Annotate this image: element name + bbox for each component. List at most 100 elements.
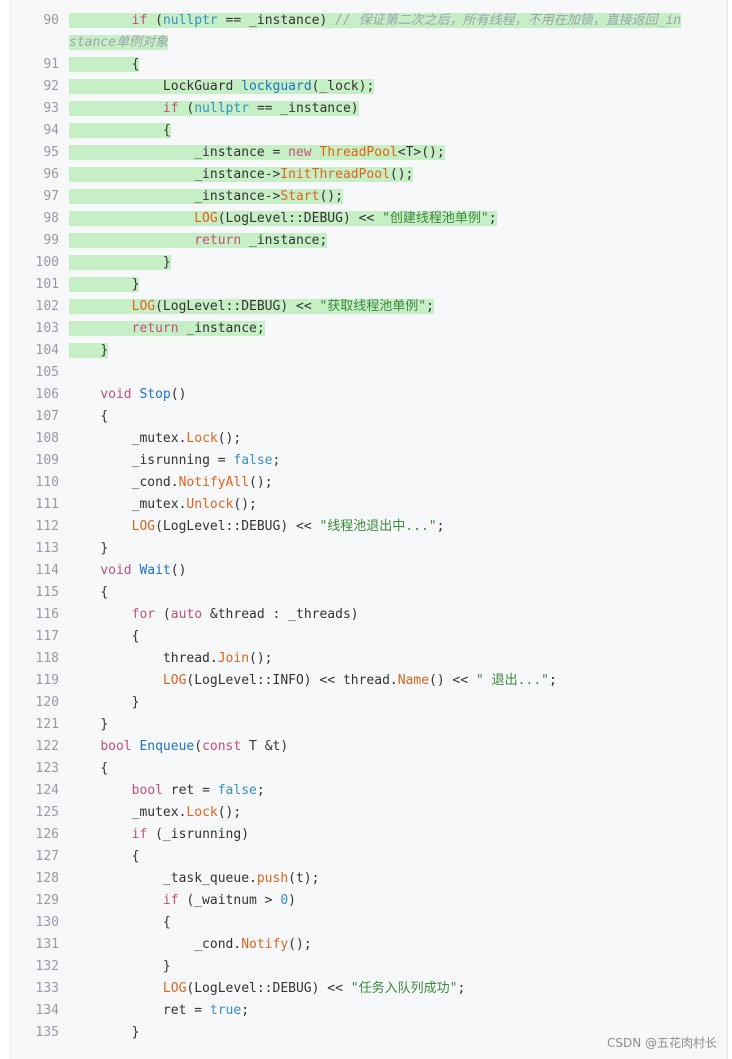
code-line: 125 _mutex.Lock(); xyxy=(11,802,727,824)
code-text: thread.Join(); xyxy=(69,648,687,670)
line-number: 124 xyxy=(35,783,59,798)
code-token: true xyxy=(209,1003,242,1018)
code-token: } xyxy=(69,1025,140,1040)
code-text: LockGuard lockguard(_lock); xyxy=(69,76,687,98)
code-line: 110 _cond.NotifyAll(); xyxy=(11,472,727,494)
code-block[interactable]: 90 if (nullptr == _instance) // 保证第二次之后，… xyxy=(11,10,727,1044)
line-number: 118 xyxy=(35,651,59,666)
code-content: LOG(LogLevel::DEBUG) << "线程池退出中..."; xyxy=(69,519,445,534)
code-line: 108 _mutex.Lock(); xyxy=(11,428,727,450)
code-token: NotifyAll xyxy=(178,475,250,490)
code-token: InitThreadPool xyxy=(280,167,390,182)
code-content: _mutex.Lock(); xyxy=(69,431,242,446)
code-token: <T>(); xyxy=(397,145,445,160)
line-number: 104 xyxy=(35,343,59,358)
code-line: 106 void Stop() xyxy=(11,384,727,406)
code-line: 111 _mutex.Unlock(); xyxy=(11,494,727,516)
highlighted-code: LockGuard lockguard(_lock); xyxy=(69,79,375,94)
code-content: void Stop() xyxy=(69,387,186,402)
code-line: 117 { xyxy=(11,626,727,648)
line-number: 105 xyxy=(35,365,59,380)
code-token: ; xyxy=(548,673,557,688)
code-token: } xyxy=(69,277,140,292)
code-token: &thread : _threads) xyxy=(202,607,359,622)
line-number: 119 xyxy=(35,673,59,688)
code-token: _instance = xyxy=(69,145,289,160)
highlighted-code: } xyxy=(69,343,109,358)
line-number: 111 xyxy=(35,497,59,512)
line-number: 110 xyxy=(35,475,59,490)
code-content: { xyxy=(69,849,140,864)
code-token: LOG xyxy=(162,981,187,996)
code-content: if (_waitnum > 0) xyxy=(69,893,296,908)
code-token: ; xyxy=(436,519,445,534)
highlighted-code: LOG(LogLevel::DEBUG) << "创建线程池单例"; xyxy=(69,211,497,226)
code-text: { xyxy=(69,626,687,648)
code-line: 101 } xyxy=(11,274,727,296)
code-token: return xyxy=(194,233,242,248)
code-content: { xyxy=(69,915,171,930)
line-number: 108 xyxy=(35,431,59,446)
code-line: 103 return _instance; xyxy=(11,318,727,340)
code-token: ret = xyxy=(69,1003,210,1018)
line-number: 125 xyxy=(35,805,59,820)
code-line: 93 if (nullptr == _instance) xyxy=(11,98,727,120)
code-token: push xyxy=(256,871,289,886)
highlighted-code: _instance->InitThreadPool(); xyxy=(69,167,414,182)
code-token: const xyxy=(202,739,242,754)
line-number: 107 xyxy=(35,409,59,424)
code-token: void xyxy=(100,563,132,578)
line-number: 126 xyxy=(35,827,59,842)
code-text: } xyxy=(69,714,687,736)
highlighted-code: _instance = new ThreadPool<T>(); xyxy=(69,145,445,160)
code-text: _instance->InitThreadPool(); xyxy=(69,164,687,186)
code-content: } xyxy=(69,695,140,710)
code-text: { xyxy=(69,912,687,934)
highlighted-code: { xyxy=(69,57,140,72)
code-text: LOG(LogLevel::DEBUG) << "任务入队列成功"; xyxy=(69,978,687,1000)
code-text: _mutex.Lock(); xyxy=(69,428,687,450)
code-line: 133 LOG(LogLevel::DEBUG) << "任务入队列成功"; xyxy=(11,978,727,1000)
code-text: } xyxy=(69,252,687,274)
highlighted-code: return _instance; xyxy=(69,321,265,336)
code-token: ( xyxy=(178,101,195,116)
code-token: T &t) xyxy=(241,739,289,754)
code-token: (); xyxy=(288,937,312,952)
code-text: { xyxy=(69,846,687,868)
code-token: } xyxy=(69,695,140,710)
code-token: ; xyxy=(488,211,497,226)
code-token: { xyxy=(69,585,109,600)
code-token: () << xyxy=(429,673,477,688)
code-token: if xyxy=(162,101,179,116)
code-token: { xyxy=(69,409,109,424)
line-number: 114 xyxy=(35,563,59,578)
code-text: } xyxy=(69,956,687,978)
code-line: 120 } xyxy=(11,692,727,714)
code-text: ret = true; xyxy=(69,1000,687,1022)
code-token: ; xyxy=(457,981,466,996)
code-token: (); xyxy=(217,431,242,446)
line-number: 90 xyxy=(43,13,59,28)
highlighted-code: { xyxy=(69,123,171,138)
watermark: CSDN @五花肉村长 xyxy=(606,1036,717,1050)
code-line: 100 } xyxy=(11,252,727,274)
code-content: ret = true; xyxy=(69,1003,249,1018)
code-token: == _instance) xyxy=(217,13,336,28)
line-number: 101 xyxy=(35,277,59,292)
code-content: void Wait() xyxy=(69,563,186,578)
code-token: ; xyxy=(426,299,434,314)
code-token: lockguard xyxy=(241,79,312,94)
code-text: return _instance; xyxy=(69,318,687,340)
code-token: _cond. xyxy=(69,937,242,952)
code-token: (LogLevel::INFO) << thread. xyxy=(186,673,398,688)
code-token: (); xyxy=(389,167,414,182)
code-token: Enqueue xyxy=(139,739,195,754)
code-token: nullptr xyxy=(194,101,250,116)
code-token: Lock xyxy=(186,431,218,446)
code-token: Name xyxy=(397,673,430,688)
line-number: 127 xyxy=(35,849,59,864)
code-line: 116 for (auto &thread : _threads) xyxy=(11,604,727,626)
